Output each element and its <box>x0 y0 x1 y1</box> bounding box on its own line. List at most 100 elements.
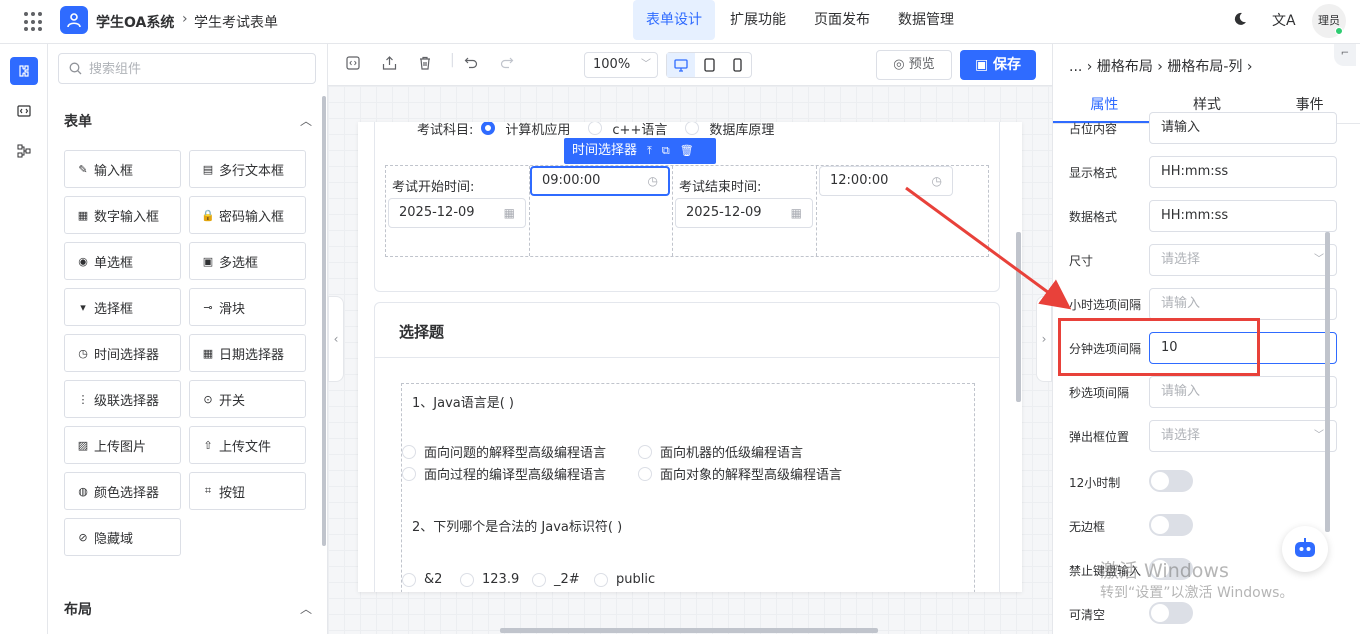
radio-option[interactable]: _2# <box>532 572 580 587</box>
component-icon: ✎ <box>78 162 88 176</box>
preview-button[interactable]: ◎ 预览 <box>876 50 952 80</box>
radio-option[interactable]: 面向问题的解释型高级编程语言 <box>402 442 606 461</box>
clearable-toggle[interactable] <box>1149 602 1193 624</box>
radio-option[interactable]: 数据库原理 <box>685 122 774 138</box>
copy-icon[interactable]: ⧉ <box>662 138 670 164</box>
radio-option[interactable]: 123.9 <box>460 572 519 587</box>
display-format-input[interactable]: HH:mm:ss <box>1149 156 1337 188</box>
component-item[interactable]: ◷ 时间选择器 <box>64 334 181 372</box>
question-container[interactable]: 1、Java语言是( ) 面向问题的解释型高级编程语言 面向机器的低级编程语言 … <box>401 383 975 592</box>
delete-icon[interactable]: 🗑 <box>680 138 694 164</box>
component-item[interactable]: ⌗ 按钮 <box>189 472 306 510</box>
12-hour-toggle[interactable] <box>1149 470 1193 492</box>
search-input[interactable] <box>89 59 309 79</box>
component-item[interactable]: ⊙ 开关 <box>189 380 306 418</box>
radio-option[interactable]: 面向机器的低级编程语言 <box>638 442 803 461</box>
size-select[interactable]: 请选择 ﹀ <box>1149 244 1337 276</box>
delete-icon[interactable] <box>418 56 432 74</box>
grid-column[interactable]: 12:00:00 ◷ <box>817 166 988 256</box>
collapse-right-icon[interactable]: › <box>1036 296 1052 382</box>
chevron-down-icon: ﹀ <box>1314 254 1324 265</box>
component-label: 颜色选择器 <box>94 485 160 501</box>
component-icon: ▣ <box>202 254 214 268</box>
component-item[interactable]: ▣ 多选框 <box>189 242 306 280</box>
corner-toggle-icon[interactable]: ⌐ <box>1334 44 1356 66</box>
eye-icon: ◎ <box>893 57 905 72</box>
chevron-up-icon[interactable]: ︿ <box>300 112 312 129</box>
upload-icon[interactable] <box>382 56 397 74</box>
moon-icon[interactable] <box>1232 11 1248 31</box>
collapse-left-icon[interactable]: ‹ <box>328 296 344 382</box>
start-date-picker[interactable]: 2025-12-09 ▦ <box>388 198 526 228</box>
section-layout-title[interactable]: 布局 <box>64 599 92 619</box>
undo-icon[interactable] <box>464 56 478 74</box>
mobile-icon[interactable] <box>723 53 751 77</box>
second-step-input[interactable]: 请输入 <box>1149 376 1337 408</box>
grid-column[interactable]: 09:00:00 ◷ <box>530 166 673 256</box>
nav-extensions[interactable]: 扩展功能 <box>717 0 799 40</box>
hour-step-input[interactable]: 请输入 <box>1149 288 1337 320</box>
move-up-icon[interactable]: ⤒ <box>647 138 652 164</box>
tree-icon[interactable] <box>10 137 38 165</box>
data-format-input[interactable]: HH:mm:ss <box>1149 200 1337 232</box>
grid-column[interactable]: 考试结束时间: 2025-12-09 ▦ <box>673 166 817 256</box>
component-item[interactable]: ✎ 输入框 <box>64 150 181 188</box>
chevron-up-icon[interactable]: ︿ <box>300 600 312 617</box>
desktop-icon[interactable] <box>667 53 695 77</box>
component-label: 级联选择器 <box>94 393 160 409</box>
assistant-bot-icon[interactable] <box>1282 526 1328 572</box>
component-item[interactable]: ▦ 日期选择器 <box>189 334 306 372</box>
app-grid-icon[interactable] <box>24 12 44 32</box>
canvas-toolbar: | 100% ﹀ ◎ 预览 ▣ 保存 <box>328 44 1052 86</box>
radio-option[interactable]: c++语言 <box>588 122 667 138</box>
nav-form-design[interactable]: 表单设计 <box>633 0 715 40</box>
radio-option[interactable]: &2 <box>402 572 442 587</box>
components-icon[interactable] <box>10 57 38 85</box>
component-item[interactable]: ⊸ 滑块 <box>189 288 306 326</box>
radio-option[interactable]: public <box>594 572 655 587</box>
code-icon[interactable] <box>10 97 38 125</box>
property-panel-scrollbar[interactable] <box>1325 232 1330 532</box>
borderless-toggle[interactable] <box>1149 514 1193 536</box>
save-button[interactable]: ▣ 保存 <box>960 50 1036 80</box>
component-search[interactable] <box>58 53 316 84</box>
toolbar-divider: | <box>450 52 455 68</box>
placeholder-input[interactable]: 请输入 <box>1149 112 1337 144</box>
grid-layout[interactable]: 考试开始时间: 2025-12-09 ▦ 09:00:00 ◷ 考试结束时间: <box>385 165 989 257</box>
component-label: 上传图片 <box>94 439 147 455</box>
component-icon: ⌗ <box>204 484 212 497</box>
redo-icon[interactable] <box>500 56 514 74</box>
start-time-picker[interactable]: 09:00:00 ◷ <box>530 166 670 196</box>
code-view-icon[interactable] <box>346 56 360 74</box>
component-item[interactable]: ▤ 多行文本框 <box>189 150 306 188</box>
component-panel-scrollbar[interactable] <box>322 96 326 546</box>
zoom-select[interactable]: 100% ﹀ <box>584 52 658 78</box>
canvas-horizontal-scrollbar[interactable] <box>500 628 878 633</box>
breadcrumb[interactable]: 学生考试表单 <box>194 12 278 32</box>
end-date-picker[interactable]: 2025-12-09 ▦ <box>675 198 813 228</box>
tablet-icon[interactable] <box>695 53 723 77</box>
selected-component-tag[interactable]: 时间选择器 ⤒ ⧉ 🗑 <box>564 138 716 164</box>
radio-option[interactable]: 面向过程的编译型高级编程语言 <box>402 464 606 483</box>
component-item[interactable]: ⋮ 级联选择器 <box>64 380 181 418</box>
canvas-vertical-scrollbar[interactable] <box>1016 232 1021 402</box>
placement-select[interactable]: 请选择 ﹀ <box>1149 420 1337 452</box>
radio-option[interactable]: 面向对象的解释型高级编程语言 <box>638 464 842 483</box>
component-item[interactable]: ⊘ 隐藏域 <box>64 518 181 556</box>
top-bar: 学生OA系统 › 学生考试表单 表单设计 扩展功能 页面发布 数据管理 文A 理… <box>0 0 1360 44</box>
radio-option[interactable]: 计算机应用 <box>481 122 570 138</box>
nav-data-management[interactable]: 数据管理 <box>885 0 967 40</box>
component-item[interactable]: 🔒 密码输入框 <box>189 196 306 234</box>
component-item[interactable]: ◉ 单选框 <box>64 242 181 280</box>
component-item[interactable]: ◍ 颜色选择器 <box>64 472 181 510</box>
component-item[interactable]: ⇧ 上传文件 <box>189 426 306 464</box>
property-breadcrumb[interactable]: ... › 栅格布局 › 栅格布局-列 › <box>1069 56 1252 76</box>
end-time-picker[interactable]: 12:00:00 ◷ <box>819 166 953 196</box>
component-item[interactable]: ▾ 选择框 <box>64 288 181 326</box>
section-form-title[interactable]: 表单 <box>64 111 92 131</box>
component-item[interactable]: ▨ 上传图片 <box>64 426 181 464</box>
nav-page-publish[interactable]: 页面发布 <box>801 0 883 40</box>
grid-column[interactable]: 考试开始时间: 2025-12-09 ▦ <box>386 166 530 256</box>
component-item[interactable]: ▦ 数字输入框 <box>64 196 181 234</box>
translate-icon[interactable]: 文A <box>1272 10 1296 30</box>
